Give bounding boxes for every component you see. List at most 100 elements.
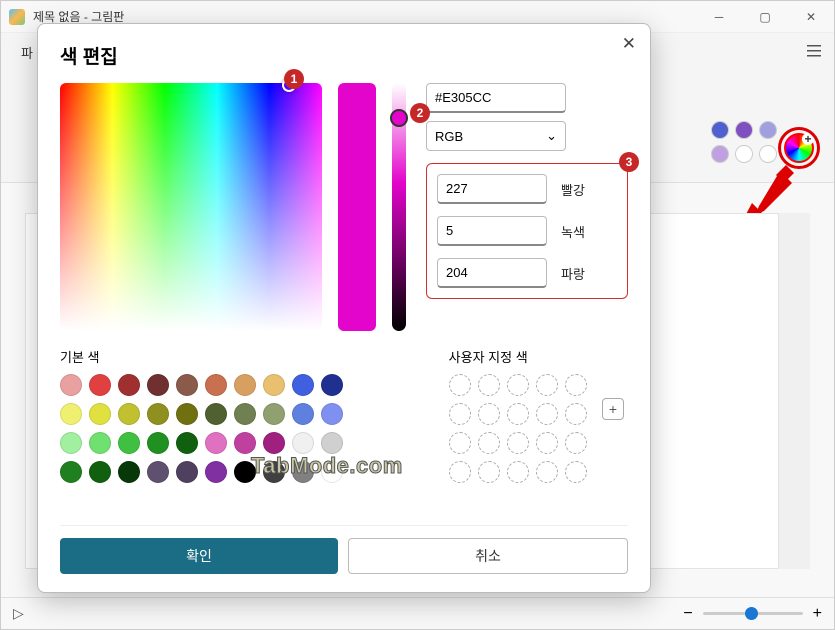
- color-model-select[interactable]: RGB ⌄: [426, 121, 566, 151]
- basic-color-swatch[interactable]: [234, 403, 256, 425]
- red-label: 빨강: [561, 180, 585, 199]
- basic-color-swatch[interactable]: [60, 403, 82, 425]
- preview-swatch[interactable]: [735, 145, 753, 163]
- basic-color-swatch[interactable]: [234, 374, 256, 396]
- basic-color-swatch[interactable]: [60, 432, 82, 454]
- basic-color-swatch[interactable]: [205, 432, 227, 454]
- custom-color-slot[interactable]: [536, 432, 558, 454]
- add-custom-color-button[interactable]: +: [602, 398, 624, 420]
- basic-color-swatch[interactable]: [263, 374, 285, 396]
- basic-colors-label: 기본 색: [60, 347, 419, 366]
- basic-color-swatch[interactable]: [321, 374, 343, 396]
- basic-color-swatch[interactable]: [205, 403, 227, 425]
- basic-color-swatch[interactable]: [321, 403, 343, 425]
- basic-color-swatch[interactable]: [89, 432, 111, 454]
- custom-color-slot[interactable]: [536, 403, 558, 425]
- custom-color-slot[interactable]: [449, 403, 471, 425]
- basic-color-swatch[interactable]: [147, 374, 169, 396]
- preview-swatch[interactable]: [711, 121, 729, 139]
- basic-color-swatch[interactable]: [176, 461, 198, 483]
- custom-color-slot[interactable]: [565, 403, 587, 425]
- zoom-slider[interactable]: [703, 612, 803, 615]
- blue-input[interactable]: [437, 258, 547, 288]
- basic-color-swatch[interactable]: [118, 432, 140, 454]
- close-icon[interactable]: ✕: [622, 34, 636, 54]
- preview-swatch[interactable]: [759, 121, 777, 139]
- basic-color-swatch[interactable]: [89, 374, 111, 396]
- custom-color-slot[interactable]: [449, 461, 471, 483]
- annotation-badge-3: 3: [619, 152, 639, 172]
- basic-color-swatch[interactable]: [60, 374, 82, 396]
- annotation-badge-1: 1: [284, 69, 304, 89]
- custom-color-slot[interactable]: [478, 461, 500, 483]
- chevron-down-icon: ⌄: [546, 128, 557, 144]
- ok-button[interactable]: 확인: [60, 538, 338, 574]
- color-model-label: RGB: [435, 129, 463, 144]
- custom-color-slot[interactable]: [449, 374, 471, 396]
- custom-color-slot[interactable]: [536, 374, 558, 396]
- basic-color-swatch[interactable]: [60, 461, 82, 483]
- basic-color-swatch[interactable]: [147, 461, 169, 483]
- paint-app-icon: [9, 9, 25, 25]
- basic-color-swatch[interactable]: [89, 461, 111, 483]
- custom-color-slot[interactable]: [507, 432, 529, 454]
- preview-swatch[interactable]: [759, 145, 777, 163]
- green-input[interactable]: [437, 216, 547, 246]
- basic-color-swatch[interactable]: [263, 403, 285, 425]
- basic-color-swatch[interactable]: [176, 374, 198, 396]
- zoom-in-button[interactable]: +: [813, 605, 822, 623]
- cancel-button[interactable]: 취소: [348, 538, 628, 574]
- custom-color-slot[interactable]: [478, 374, 500, 396]
- file-tab[interactable]: 파: [21, 43, 33, 62]
- basic-color-swatch[interactable]: [205, 461, 227, 483]
- maximize-button[interactable]: ▢: [742, 1, 788, 33]
- lightness-thumb[interactable]: [390, 109, 408, 127]
- basic-color-swatch[interactable]: [176, 432, 198, 454]
- custom-color-slot[interactable]: [507, 461, 529, 483]
- custom-colors-label: 사용자 지정 색: [449, 347, 628, 366]
- preview-swatch[interactable]: [711, 145, 729, 163]
- basic-color-swatch[interactable]: [263, 432, 285, 454]
- basic-color-swatch[interactable]: [118, 403, 140, 425]
- blue-label: 파랑: [561, 264, 585, 283]
- green-label: 녹색: [561, 222, 585, 241]
- basic-color-swatch[interactable]: [205, 374, 227, 396]
- custom-color-slot[interactable]: [449, 432, 471, 454]
- hue-saturation-picker[interactable]: 1: [60, 83, 322, 331]
- hex-input[interactable]: [426, 83, 566, 113]
- cursor-position-icon: ▷: [13, 605, 24, 622]
- basic-color-swatch[interactable]: [118, 461, 140, 483]
- custom-color-slot[interactable]: [565, 432, 587, 454]
- color-palette-preview: [711, 121, 779, 165]
- basic-color-swatch[interactable]: [292, 403, 314, 425]
- basic-color-swatch[interactable]: [292, 432, 314, 454]
- watermark: TabMode.com: [251, 453, 403, 479]
- zoom-out-button[interactable]: −: [683, 605, 692, 623]
- custom-color-slot[interactable]: [536, 461, 558, 483]
- basic-color-swatch[interactable]: [147, 403, 169, 425]
- basic-color-swatch[interactable]: [292, 374, 314, 396]
- custom-color-slot[interactable]: [478, 432, 500, 454]
- annotation-badge-2: 2: [410, 103, 430, 123]
- custom-color-slot[interactable]: [507, 403, 529, 425]
- basic-color-swatch[interactable]: [321, 432, 343, 454]
- preview-swatch[interactable]: [735, 121, 753, 139]
- red-input[interactable]: [437, 174, 547, 204]
- close-window-button[interactable]: ✕: [788, 1, 834, 33]
- custom-color-slot[interactable]: [565, 374, 587, 396]
- custom-color-slot[interactable]: [565, 461, 587, 483]
- basic-color-swatch[interactable]: [176, 403, 198, 425]
- basic-color-swatch[interactable]: [147, 432, 169, 454]
- custom-colors-grid: [449, 374, 628, 485]
- basic-color-swatch[interactable]: [234, 432, 256, 454]
- rgb-fields-group: 3 빨강 녹색 파랑: [426, 163, 628, 299]
- zoom-slider-thumb[interactable]: [745, 607, 758, 620]
- custom-color-slot[interactable]: [507, 374, 529, 396]
- minimize-button[interactable]: ─: [696, 1, 742, 33]
- ribbon-more-icon[interactable]: [806, 43, 822, 64]
- selected-color-bar: [338, 83, 376, 331]
- basic-color-swatch[interactable]: [118, 374, 140, 396]
- custom-color-slot[interactable]: [478, 403, 500, 425]
- basic-color-swatch[interactable]: [89, 403, 111, 425]
- color-edit-dialog: ✕ 색 편집 1 2 RGB ⌄ 3 빨강: [37, 23, 651, 593]
